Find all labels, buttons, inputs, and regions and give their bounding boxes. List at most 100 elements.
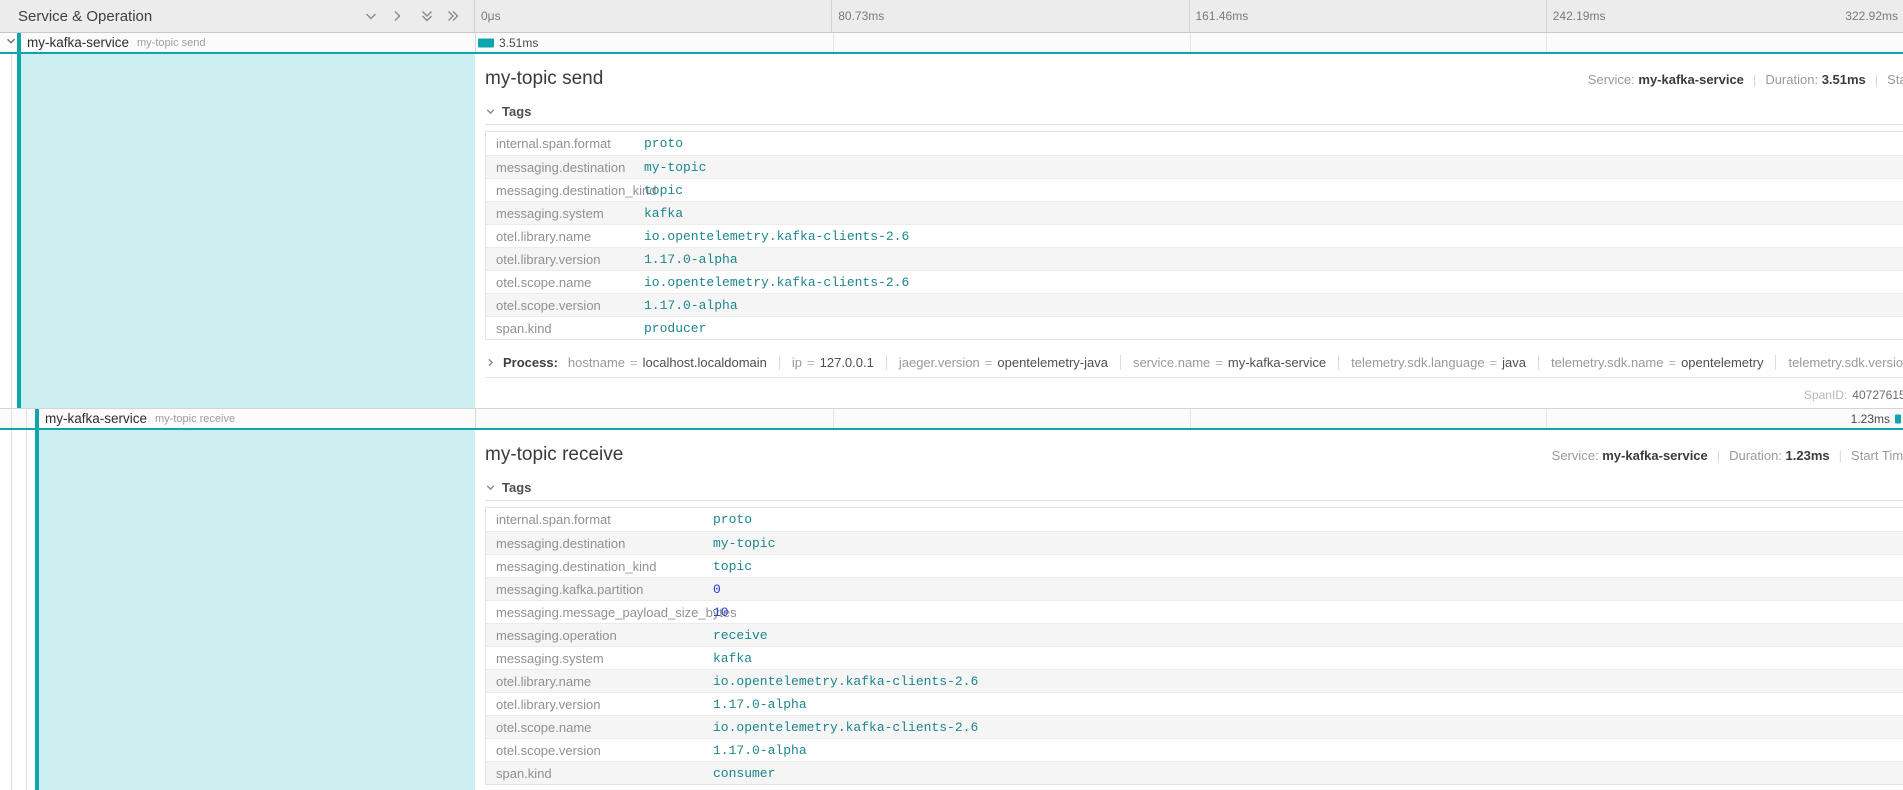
span-row-send[interactable]: my-kafka-service my-topic send 3.51ms bbox=[0, 33, 1903, 54]
tag-row: span.kindproducer bbox=[486, 316, 1903, 339]
tag-row: otel.library.version1.17.0-alpha bbox=[486, 692, 1903, 715]
tag-value: 10 bbox=[713, 605, 729, 620]
tag-row: messaging.destination_kindtopic bbox=[486, 554, 1903, 577]
span-detail-title: my-topic receive bbox=[485, 444, 623, 466]
tag-key: messaging.destination bbox=[486, 536, 713, 551]
span-id-value: 407276152aafdc36 bbox=[1852, 388, 1903, 402]
process-attribute: service.name=my-kafka-service bbox=[1120, 355, 1338, 370]
span-detail-title: my-topic send bbox=[485, 68, 603, 90]
tag-row: otel.library.version1.17.0-alpha bbox=[486, 247, 1903, 270]
tag-key: internal.span.format bbox=[486, 136, 644, 151]
timeline-ruler: 0μs 80.73ms 161.46ms 242.19ms 322.92ms bbox=[475, 0, 1903, 32]
span-id-row: SpanID: 407276152aafdc36 bbox=[485, 388, 1903, 402]
tag-key: otel.library.version bbox=[486, 697, 713, 712]
process-attribute: telemetry.sdk.language=java bbox=[1338, 355, 1538, 370]
tag-value: 1.17.0-alpha bbox=[644, 298, 738, 313]
grid-line bbox=[1190, 409, 1191, 428]
tags-accordion-header[interactable]: Tags bbox=[485, 478, 1903, 501]
span-row-receive-name-cell[interactable]: my-kafka-service my-topic receive bbox=[0, 409, 475, 428]
span-detail-content: my-topic send Service: my-kafka-service|… bbox=[475, 54, 1903, 408]
tag-value: 1.17.0-alpha bbox=[644, 252, 738, 267]
tag-value: 1.17.0-alpha bbox=[713, 743, 807, 758]
tag-value: kafka bbox=[713, 651, 752, 666]
span-service-name: my-kafka-service bbox=[27, 35, 129, 50]
tag-key: messaging.destination_kind bbox=[486, 183, 644, 198]
process-accordion-header[interactable]: Process: hostname=localhost.localdomaini… bbox=[485, 352, 1903, 378]
tag-key: otel.library.version bbox=[486, 252, 644, 267]
service-color-bar bbox=[35, 409, 39, 428]
tags-section-label: Tags bbox=[502, 104, 531, 119]
span-detail-gutter bbox=[0, 430, 475, 790]
tag-value: topic bbox=[644, 183, 683, 198]
span-row-receive[interactable]: my-kafka-service my-topic receive 1.23ms bbox=[0, 409, 1903, 430]
span-duration-bar[interactable] bbox=[1895, 414, 1901, 423]
span-duration-label: 1.23ms bbox=[1851, 412, 1890, 426]
tag-key: otel.scope.name bbox=[486, 720, 713, 735]
process-attribute: jaeger.version=opentelemetry-java bbox=[886, 355, 1120, 370]
tick-label: 80.73ms bbox=[831, 0, 1188, 32]
tags-section-label: Tags bbox=[502, 480, 531, 495]
double-chevron-down-icon[interactable] bbox=[420, 9, 434, 23]
span-operation-name: my-topic send bbox=[137, 37, 205, 49]
tag-key: internal.span.format bbox=[486, 512, 713, 527]
tag-value: proto bbox=[713, 512, 752, 527]
tag-row: internal.span.formatproto bbox=[486, 132, 1903, 155]
tag-value: my-topic bbox=[644, 160, 706, 175]
tag-key: messaging.kafka.partition bbox=[486, 582, 713, 597]
tree-guide-line bbox=[26, 409, 27, 428]
span-detail-receive: my-topic receive Service: my-kafka-servi… bbox=[0, 430, 1903, 790]
process-attribute: telemetry.sdk.name=opentelemetry bbox=[1538, 355, 1775, 370]
span-operation-name: my-topic receive bbox=[155, 413, 235, 425]
tag-value: producer bbox=[644, 321, 706, 336]
grid-line bbox=[833, 409, 834, 428]
tag-key: otel.library.name bbox=[486, 229, 644, 244]
span-duration-label: 3.51ms bbox=[499, 36, 538, 50]
chevron-right-icon bbox=[485, 357, 496, 368]
tag-key: messaging.system bbox=[486, 651, 713, 666]
span-row-send-name-cell[interactable]: my-kafka-service my-topic send bbox=[0, 33, 475, 52]
span-row-receive-timeline-cell[interactable]: 1.23ms bbox=[475, 409, 1903, 428]
tag-key: otel.library.name bbox=[486, 674, 713, 689]
timeline-header: Service & Operation 0μs 80.73ms 161.46ms… bbox=[0, 0, 1903, 33]
tag-row: span.kindconsumer bbox=[486, 761, 1903, 784]
chevron-right-icon[interactable] bbox=[390, 9, 404, 23]
tag-key: messaging.destination_kind bbox=[486, 559, 713, 574]
span-detail-content: my-topic receive Service: my-kafka-servi… bbox=[475, 430, 1903, 790]
tag-key: otel.scope.version bbox=[486, 743, 713, 758]
double-chevron-right-icon[interactable] bbox=[446, 9, 460, 23]
tag-value: 1.17.0-alpha bbox=[713, 697, 807, 712]
chevron-down-icon bbox=[485, 482, 496, 493]
tag-value: receive bbox=[713, 628, 768, 643]
process-label: Process: bbox=[503, 355, 558, 370]
tags-table: internal.span.formatprotomessaging.desti… bbox=[485, 507, 1903, 785]
span-duration-bar[interactable] bbox=[478, 38, 494, 47]
tree-guide-line bbox=[11, 430, 12, 790]
tag-value: io.opentelemetry.kafka-clients-2.6 bbox=[644, 275, 909, 290]
tag-key: span.kind bbox=[486, 321, 644, 336]
tag-row: otel.scope.nameio.opentelemetry.kafka-cl… bbox=[486, 270, 1903, 293]
tag-key: messaging.operation bbox=[486, 628, 713, 643]
tick-label: 0μs bbox=[475, 0, 831, 32]
tag-value: kafka bbox=[644, 206, 683, 221]
tree-guide-line bbox=[26, 430, 27, 790]
tag-row: otel.scope.nameio.opentelemetry.kafka-cl… bbox=[486, 715, 1903, 738]
span-row-send-timeline-cell[interactable]: 3.51ms bbox=[475, 33, 1903, 52]
tag-row: otel.scope.version1.17.0-alpha bbox=[486, 293, 1903, 316]
tag-row: messaging.message_payload_size_bytes10 bbox=[486, 600, 1903, 623]
collapse-span-icon[interactable] bbox=[5, 34, 17, 52]
tag-value: my-topic bbox=[713, 536, 775, 551]
tags-accordion-header[interactable]: Tags bbox=[485, 102, 1903, 125]
tag-value: io.opentelemetry.kafka-clients-2.6 bbox=[644, 229, 909, 244]
detail-highlight-block bbox=[21, 54, 475, 408]
tag-row: messaging.destinationmy-topic bbox=[486, 531, 1903, 554]
tag-row: messaging.destinationmy-topic bbox=[486, 155, 1903, 178]
process-attribute: telemetry.sdk.version=1.17.0 bbox=[1775, 355, 1903, 370]
chevron-down-icon bbox=[485, 106, 496, 117]
service-operation-header: Service & Operation bbox=[0, 0, 475, 32]
span-detail-send: my-topic send Service: my-kafka-service|… bbox=[0, 54, 1903, 409]
tick-label: 161.46ms bbox=[1189, 0, 1546, 32]
span-detail-gutter bbox=[0, 54, 475, 408]
timeline-collapse-controls bbox=[364, 9, 460, 23]
span-detail-meta: Service: my-kafka-service|Duration: 1.23… bbox=[1552, 448, 1903, 463]
chevron-down-icon[interactable] bbox=[364, 9, 378, 23]
